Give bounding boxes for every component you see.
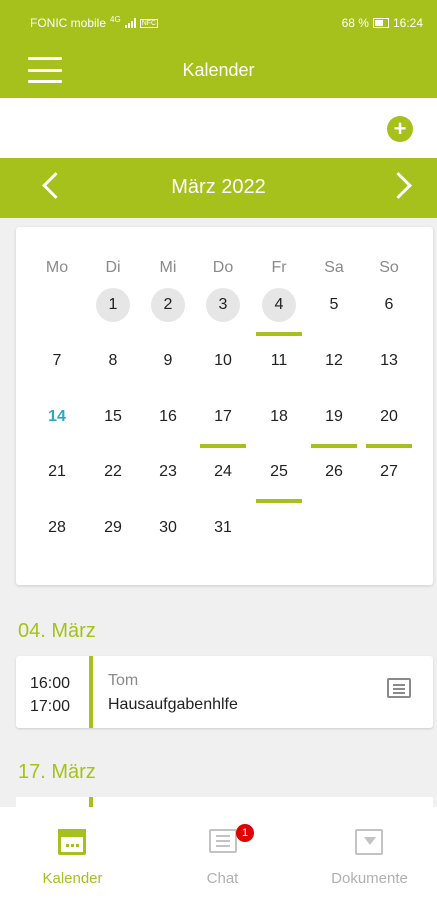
event-person: Tom — [108, 672, 139, 689]
calendar-day[interactable]: 24 — [206, 455, 240, 489]
nav-item-dokumente[interactable]: Dokumente — [297, 807, 437, 898]
event-indicator — [366, 444, 412, 448]
battery-icon — [372, 18, 389, 28]
calendar-day[interactable]: 4 — [262, 288, 296, 322]
section-date-label: 04. März — [18, 620, 96, 642]
calendar-day[interactable]: 12 — [317, 344, 351, 378]
network-type: 4G — [110, 14, 121, 24]
nfc-icon: NFC — [139, 18, 159, 28]
calendar-day[interactable]: 9 — [151, 344, 185, 378]
calendar-day[interactable]: 18 — [262, 400, 296, 434]
calendar-day[interactable]: 14 — [40, 400, 74, 434]
calendar-day[interactable]: 1 — [96, 288, 130, 322]
calendar-day[interactable]: 29 — [96, 511, 130, 545]
calendar-day[interactable]: 20 — [372, 400, 406, 434]
event-end: 17:00 — [30, 698, 71, 715]
calendar-day[interactable]: 27 — [372, 455, 406, 489]
plus-icon[interactable]: + — [387, 116, 413, 142]
event-indicator — [256, 499, 302, 503]
calendar-day[interactable]: 13 — [372, 344, 406, 378]
weekday-header: Mi — [159, 259, 177, 276]
calendar-day[interactable]: 26 — [317, 455, 351, 489]
signal-icon — [124, 18, 136, 28]
calendar-day[interactable]: 2 — [151, 288, 185, 322]
weekday-header: Do — [212, 259, 234, 276]
unread-badge: 1 — [236, 824, 254, 842]
weekday-header: So — [379, 259, 399, 276]
calendar-day[interactable]: 8 — [96, 344, 130, 378]
battery-percent: 68 % — [341, 16, 369, 30]
event-card[interactable] — [16, 797, 433, 807]
nav-item-kalender[interactable]: Kalender — [0, 807, 145, 898]
event-card[interactable]: 16:00 17:00 Tom Hausaufgabenhlfe — [16, 656, 433, 728]
event-indicator — [311, 444, 357, 448]
app-bar: Kalender — [0, 44, 437, 98]
action-bar — [0, 98, 437, 158]
calendar-day[interactable]: 28 — [40, 511, 74, 545]
calendar-day[interactable]: 22 — [96, 455, 130, 489]
calendar-day[interactable]: 15 — [96, 400, 130, 434]
calendar-day[interactable]: 3 — [206, 288, 240, 322]
nav-label-dokumente: Dokumente — [331, 870, 408, 887]
status-left: FONIC mobile 4G NFC — [30, 14, 159, 30]
calendar-day[interactable]: 21 — [40, 455, 74, 489]
calendar-day[interactable]: 31 — [206, 511, 240, 545]
calendar-day[interactable]: 16 — [151, 400, 185, 434]
nav-item-chat[interactable]: 1 Chat — [150, 807, 295, 898]
nav-label-chat: Chat — [206, 870, 239, 887]
month-header: März 2022 — [0, 158, 437, 218]
event-title: Hausaufgabenhlfe — [108, 696, 238, 713]
documents-icon — [355, 829, 383, 855]
calendar-day[interactable]: 10 — [206, 344, 240, 378]
calendar-day[interactable]: 19 — [317, 400, 351, 434]
event-times: 16:00 17:00 — [30, 672, 70, 718]
calendar-day[interactable]: 7 — [40, 344, 74, 378]
app-title: Kalender — [182, 60, 255, 80]
calendar-day[interactable]: 25 — [262, 455, 296, 489]
calendar-icon — [58, 829, 86, 855]
calendar-day[interactable]: 6 — [372, 288, 406, 322]
event-indicator — [256, 332, 302, 336]
weekday-header: Sa — [324, 259, 344, 276]
status-bar: FONIC mobile 4G NFC 68 % 16:24 — [0, 0, 437, 44]
calendar-day[interactable]: 17 — [206, 400, 240, 434]
carrier-name: FONIC mobile — [30, 16, 107, 30]
nav-label-kalender: Kalender — [42, 870, 103, 887]
month-title: März 2022 — [171, 176, 266, 198]
calendar-day[interactable]: 23 — [151, 455, 185, 489]
clock: 16:24 — [392, 16, 423, 30]
weekday-header: Di — [105, 259, 121, 276]
event-divider — [89, 797, 93, 807]
weekday-header: Mo — [45, 259, 69, 276]
notes-icon[interactable] — [387, 678, 411, 698]
calendar-day[interactable]: 11 — [262, 344, 296, 378]
chat-icon — [209, 829, 237, 853]
bottom-nav: Kalender 1 Chat Dokumente — [0, 807, 437, 898]
event-indicator — [200, 444, 246, 448]
event-start: 16:00 — [30, 675, 71, 692]
status-right: 68 % 16:24 — [342, 16, 423, 30]
calendar-day[interactable]: 5 — [317, 288, 351, 322]
calendar-grid: Mo Di Mi Do Fr Sa So 1 2 3 4 5 6 7 8 9 10 11 12 13 14 15 16 17 1… — [16, 227, 433, 585]
calendar-day[interactable]: 30 — [151, 511, 185, 545]
event-divider — [89, 656, 93, 728]
weekday-header: Fr — [271, 259, 287, 276]
section-date-label: 17. März — [18, 761, 96, 783]
